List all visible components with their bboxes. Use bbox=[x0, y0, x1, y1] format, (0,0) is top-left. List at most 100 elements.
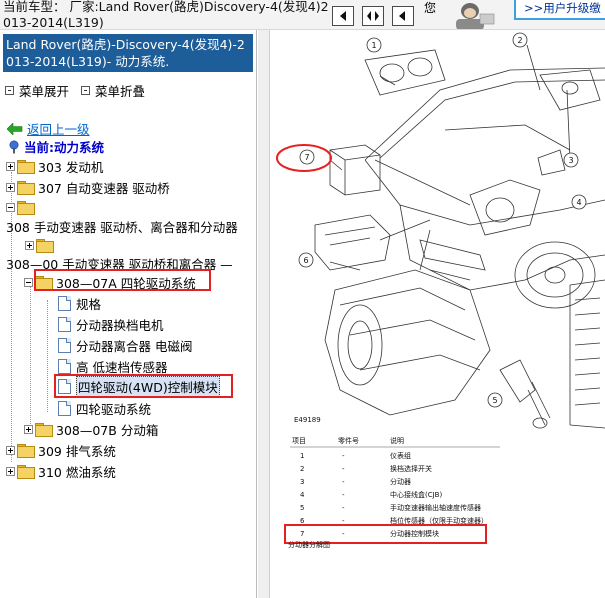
legend-item: 4 bbox=[300, 491, 305, 499]
expand-icon[interactable] bbox=[24, 424, 33, 434]
legend-part: - bbox=[342, 491, 345, 499]
folder-icon bbox=[17, 180, 35, 195]
legend-item: 7 bbox=[300, 530, 304, 538]
document-icon bbox=[58, 358, 71, 374]
mascot-icon bbox=[440, 0, 500, 29]
folder-icon bbox=[17, 200, 35, 215]
tree-node-label: 310 燃油系统 bbox=[38, 464, 116, 480]
legend-part: - bbox=[342, 478, 345, 486]
current-vehicle-label: 当前车型： 厂家:Land Rover(路虎)Discovery-4(发现4)2… bbox=[3, 0, 329, 30]
legend-item: 1 bbox=[300, 452, 304, 460]
legend-header-desc: 说明 bbox=[390, 436, 404, 445]
legend-desc: 手动变速器输出轴速度传感器 bbox=[390, 503, 481, 512]
expand-button[interactable] bbox=[362, 6, 384, 26]
tree-leaf-label: 四轮驱动系统 bbox=[76, 401, 152, 417]
expand-icon[interactable] bbox=[6, 466, 15, 476]
tree-node-303[interactable]: 303 发动机 bbox=[6, 157, 103, 175]
panel-divider[interactable] bbox=[258, 30, 270, 598]
tree-node-label: 309 排气系统 bbox=[38, 443, 116, 459]
legend-desc: 仪表组 bbox=[390, 451, 411, 460]
current-location-label: 当前:动力系统 bbox=[24, 140, 104, 155]
legend-desc: 档位传感器（仅限手动变速器） bbox=[390, 516, 488, 525]
section-title: Land Rover(路虎)-Discovery-4(发现4)-2013-201… bbox=[3, 34, 253, 72]
expand-icon[interactable] bbox=[6, 182, 15, 192]
tree-node-label: 307 自动变速器 驱动桥 bbox=[38, 180, 170, 196]
legend-part: - bbox=[342, 530, 345, 538]
legend-item: 3 bbox=[300, 478, 304, 486]
nav-panel: Land Rover(路虎)-Discovery-4(发现4)-2013-201… bbox=[0, 30, 257, 598]
legend-part: - bbox=[342, 452, 345, 460]
callout-7: 7 bbox=[304, 153, 309, 162]
expand-icon[interactable] bbox=[6, 161, 15, 171]
tree-leaf-label: 高 低速档传感器 bbox=[76, 359, 168, 375]
back-icon bbox=[399, 11, 405, 21]
tree-leaf-label: 分动器换档电机 bbox=[76, 317, 164, 333]
tree-node-308-07b[interactable]: 308—07B 分动箱 bbox=[24, 420, 158, 438]
tree-leaf-shift-motor[interactable]: 分动器换档电机 bbox=[58, 315, 164, 333]
figure-id: E49189 bbox=[294, 416, 321, 424]
tree-leaf-clutch-solenoid[interactable]: 分动器离合器 电磁阀 bbox=[58, 336, 192, 354]
tree-leaf-specs[interactable]: 规格 bbox=[58, 294, 101, 312]
back-button[interactable] bbox=[392, 6, 414, 26]
tree-connector bbox=[47, 300, 48, 412]
legend-footer: 分动器分解图 bbox=[288, 540, 330, 549]
folder-icon bbox=[35, 422, 53, 437]
content-panel: 1 2 3 4 5 6 7 E49189 项目 零件号 说明 1 - 仪表组 2 - 换档… bbox=[258, 30, 605, 598]
document-icon bbox=[58, 337, 71, 353]
legend-desc: 中心接线盒(CJB) bbox=[390, 490, 442, 499]
legend-part: - bbox=[342, 517, 345, 525]
legend-table: 项目 零件号 说明 bbox=[290, 436, 500, 448]
legend-part: - bbox=[342, 465, 345, 473]
folder-icon bbox=[17, 464, 35, 479]
expand-icon[interactable] bbox=[25, 240, 34, 250]
legend-item: 5 bbox=[300, 504, 304, 512]
tree-leaf-label: 分动器离合器 电磁阀 bbox=[76, 338, 193, 354]
expand-all-label: 菜单展开 bbox=[19, 84, 70, 99]
folder-icon bbox=[17, 159, 35, 174]
prev-button[interactable] bbox=[332, 6, 354, 26]
highlight-box bbox=[34, 269, 211, 291]
top-bar: 当前车型： 厂家:Land Rover(路虎)Discovery-4(发现4)2… bbox=[0, 0, 605, 30]
legend-header-part: 零件号 bbox=[338, 436, 359, 445]
document-icon bbox=[58, 400, 71, 416]
legend-desc: 换档选择开关 bbox=[390, 464, 432, 473]
back-arrow-icon bbox=[7, 122, 23, 135]
legend-item: 6 bbox=[300, 517, 305, 525]
tree-node-label: 303 发动机 bbox=[38, 159, 104, 175]
tree-leaf-range-sensor[interactable]: 高 低速档传感器 bbox=[58, 357, 167, 375]
tree-connector bbox=[30, 280, 31, 430]
expand-icon bbox=[367, 11, 379, 21]
highlight-box bbox=[54, 374, 233, 398]
upgrade-text-fragment: 您 bbox=[424, 1, 436, 15]
back-row[interactable]: 返回上一级 bbox=[7, 119, 90, 138]
callout-1: 1 bbox=[371, 41, 376, 50]
callout-3: 3 bbox=[568, 156, 573, 165]
collapse-icon[interactable] bbox=[6, 202, 15, 212]
menu-square-icon bbox=[5, 86, 14, 95]
legend-item: 2 bbox=[300, 465, 304, 473]
legend-header-item: 项目 bbox=[292, 437, 306, 445]
legend-part: - bbox=[342, 504, 345, 512]
tree-node-308-folder[interactable] bbox=[6, 198, 38, 216]
callout-4: 4 bbox=[576, 198, 581, 207]
expand-icon[interactable] bbox=[6, 445, 15, 455]
tree-leaf-4wd-system[interactable]: 四轮驱动系统 bbox=[58, 399, 151, 417]
collapse-icon[interactable] bbox=[24, 277, 33, 287]
tree-node-308[interactable]: 308 手动变速器 驱动桥、离合器和分动器 bbox=[6, 217, 238, 235]
tree-leaf-label: 规格 bbox=[76, 296, 102, 312]
folder-icon bbox=[17, 443, 35, 458]
tree-node-308-child[interactable] bbox=[25, 236, 57, 254]
back-link[interactable]: 返回上一级 bbox=[27, 119, 90, 138]
document-icon bbox=[58, 316, 71, 332]
collapse-all-menu[interactable]: 菜单折叠 bbox=[81, 81, 145, 100]
expand-all-menu[interactable]: 菜单展开 bbox=[5, 81, 69, 100]
tree-node-label: 308 手动变速器 驱动桥、离合器和分动器 bbox=[6, 219, 238, 235]
current-location: 当前:动力系统 bbox=[7, 137, 104, 156]
legend-desc: 分动器 bbox=[390, 477, 411, 486]
tree-node-310[interactable]: 310 燃油系统 bbox=[6, 462, 116, 480]
user-upgrade-link[interactable]: >>用户升级缴 bbox=[514, 0, 605, 20]
callout-5: 5 bbox=[492, 396, 497, 405]
tree-node-309[interactable]: 309 排气系统 bbox=[6, 441, 116, 459]
tree-node-307[interactable]: 307 自动变速器 驱动桥 bbox=[6, 178, 170, 196]
legend-desc: 分动器控制模块 bbox=[390, 529, 439, 538]
